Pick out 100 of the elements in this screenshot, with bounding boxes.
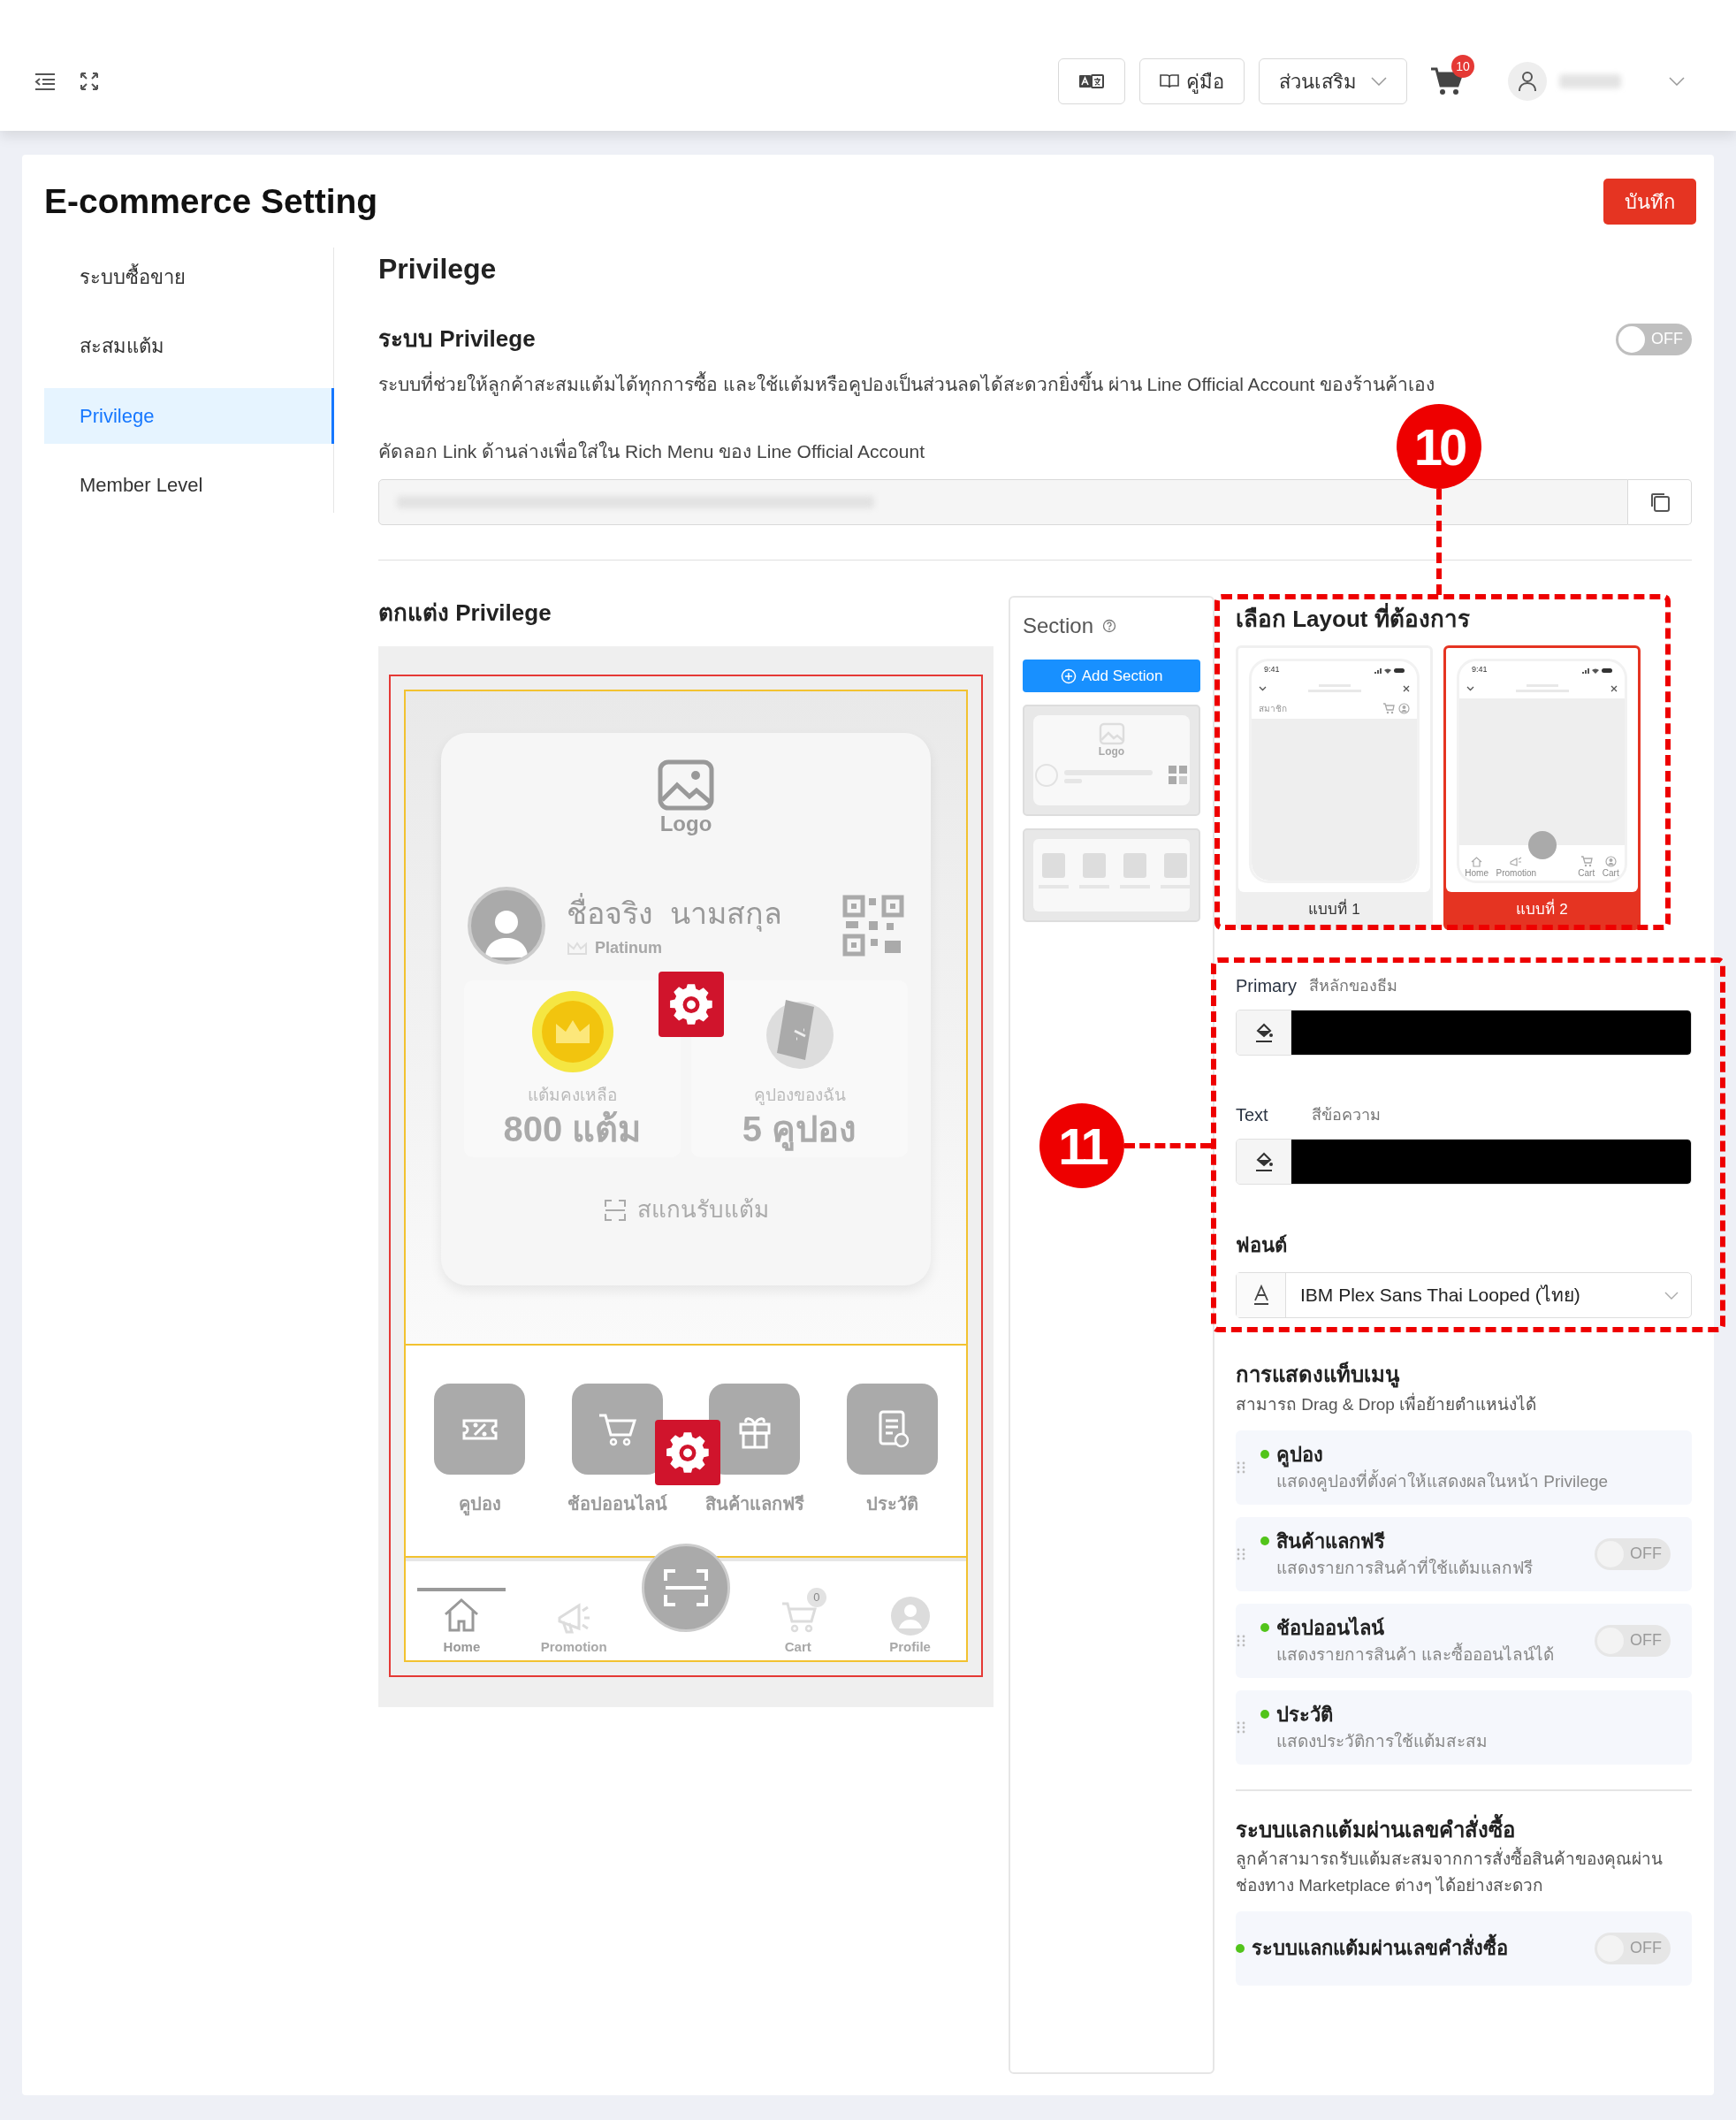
add-section-button[interactable]: Add Section	[1023, 660, 1200, 692]
section-thumbnail[interactable]	[1023, 828, 1200, 922]
tab-menu-item[interactable]: ประวัติ แสดงประวัติการใช้แต้มสะสม	[1236, 1689, 1692, 1765]
drag-handle-icon[interactable]	[1236, 1546, 1246, 1561]
menu-tile-label: คูปอง	[458, 1491, 501, 1517]
layout-option[interactable]: 9:41 Home Promotion Cart Cart แบบที่ 2	[1443, 645, 1641, 930]
save-button[interactable]: บันทึก	[1603, 179, 1696, 225]
color-label: Text	[1236, 1104, 1269, 1126]
stat-value: 800 แต้ม	[503, 1108, 642, 1149]
section-heading: Privilege	[378, 252, 498, 286]
thumbnail-logo-text: Logo	[1098, 745, 1125, 758]
fullscreen-icon[interactable]	[80, 72, 99, 91]
nav-tab[interactable]: Promotion	[529, 1587, 619, 1657]
profile-icon	[888, 1594, 932, 1637]
thumbnail-label: Cart	[1602, 868, 1619, 878]
thumbnail-label: Home	[1465, 868, 1489, 878]
home-icon	[1471, 857, 1483, 867]
sidebar-item[interactable]: สะสมแต้ม	[44, 318, 333, 374]
status-bar-icons	[1374, 667, 1405, 674]
thumbnail-time: 9:41	[1264, 664, 1280, 676]
qr-code-icon	[842, 895, 904, 957]
thumbnail-label: Cart	[1578, 868, 1595, 878]
color-picker[interactable]	[1236, 1139, 1692, 1185]
panel-title: Section	[1023, 613, 1094, 639]
menu-tile-icon[interactable]	[571, 1384, 663, 1475]
member-name: ชื่อจริง นามสกุล	[567, 891, 842, 936]
addons-dropdown[interactable]: ส่วนเสริม	[1259, 58, 1407, 104]
menu-collapse-icon[interactable]	[34, 72, 57, 91]
logo-text: Logo	[659, 811, 712, 837]
chevron-down-icon[interactable]	[1669, 77, 1685, 86]
drag-handle-icon[interactable]	[1236, 1720, 1246, 1735]
link-label: คัดลอก Link ด้านล่างเพื่อใส่ใน Rich Menu ของ Line Official Account	[378, 438, 925, 463]
font-select[interactable]: IBM Plex Sans Thai Looped (ไทย)	[1236, 1272, 1692, 1318]
color-hint: สีหลักของธีม	[1308, 975, 1397, 996]
blurred-user-name	[1559, 74, 1621, 88]
order-points-heading: ระบบแลกแต้มผ่านเลขคำสั่งซื้อ	[1236, 1813, 1692, 1846]
status-bar-icons	[1582, 667, 1612, 674]
nav-tab[interactable]: Home	[417, 1587, 506, 1657]
stat-value: 5 คูปอง	[742, 1108, 857, 1149]
layout-heading: เลือก Layout ที่ต้องการ	[1236, 603, 1692, 635]
sidebar-item[interactable]: ระบบซื้อขาย	[44, 249, 333, 305]
menu-tile-icon[interactable]	[434, 1384, 526, 1475]
item-description: แสดงคูปองที่ตั้งค่าให้แสดงผลในหน้า Privilege	[1276, 1468, 1610, 1493]
section-thumbnail[interactable]: Logo	[1023, 705, 1200, 816]
item-description: แสดงรายการสินค้า และซื้อออนไลน์ได้	[1276, 1642, 1556, 1666]
toggle-switch[interactable]: OFF	[1595, 1537, 1671, 1570]
scan-icon	[603, 1198, 627, 1222]
system-title: ระบบ Privilege	[378, 324, 536, 354]
order-points-description: ลูกค้าสามารถรับแต้มสะสมจากการสั่งซื้อสินค้าของคุณผ่าน ช่องทาง Marketplace ต่างๆ ได้อย่างสะดวก	[1236, 1846, 1664, 1896]
drag-handle-icon[interactable]	[1236, 1633, 1246, 1648]
tier-label: Platinum	[595, 938, 662, 958]
copy-button[interactable]	[1628, 479, 1692, 525]
item-description: แสดงรายการสินค้าที่ใช้แต้มแลกฟรี	[1276, 1555, 1534, 1579]
chevron-down-icon	[1371, 77, 1387, 86]
menu-tile-label: ช้อปออนไลน์	[567, 1493, 667, 1515]
cart-badge: 0	[806, 1587, 826, 1607]
toggle-switch[interactable]: OFF	[1595, 1624, 1671, 1657]
tab-menu-item[interactable]: คูปอง แสดงคูปองที่ตั้งค่าให้แสดงผลในหน้า Privilege	[1236, 1430, 1692, 1505]
chevron-down-icon	[1259, 686, 1267, 691]
toggle-switch[interactable]: OFF	[1595, 1932, 1671, 1964]
plus-circle-icon	[1060, 667, 1077, 684]
tab-menu-item[interactable]: ช้อปออนไลน์ แสดงรายการสินค้า และซื้อออนไลน์ได้ OFF	[1236, 1603, 1692, 1678]
item-title: ช้อปออนไลน์	[1276, 1615, 1384, 1641]
menu-tile-icon[interactable]	[846, 1384, 938, 1475]
stat-caption: แต้มคงเหลือ	[528, 1085, 617, 1106]
profile-icon	[1604, 856, 1617, 867]
nav-tab[interactable]: 0 Cart	[753, 1587, 842, 1657]
manual-button[interactable]: คู่มือ	[1139, 58, 1245, 104]
item-description: แสดงประวัติการใช้แต้มสะสม	[1276, 1730, 1489, 1752]
chevron-down-icon	[1466, 686, 1474, 691]
sidebar-item[interactable]: Member Level	[44, 457, 333, 513]
help-icon[interactable]	[1102, 619, 1117, 633]
nav-tab[interactable]: Profile	[865, 1587, 955, 1657]
cart-icon	[1382, 703, 1395, 714]
thumbnail-time: 9:41	[1472, 664, 1488, 676]
settings-button[interactable]	[659, 972, 724, 1037]
cart-icon	[1580, 856, 1593, 867]
drag-handle-icon[interactable]	[1236, 1460, 1246, 1475]
item-title: ประวัติ	[1276, 1702, 1333, 1727]
close-icon	[1403, 685, 1410, 692]
font-label: ฟอนต์	[1236, 1233, 1288, 1258]
color-picker[interactable]	[1236, 1010, 1692, 1056]
layout-option[interactable]: 9:41 สมาชิก แบบที่ 1	[1236, 645, 1433, 930]
preview-heading: ตกแต่ง Privilege	[378, 599, 552, 628]
system-description: ระบบที่ช่วยให้ลูกค้าสะสมแต้มได้ทุกการซื้อ และใช้แต้มหรือคูปองเป็นส่วนลดได้สะดวกยิ่งขึ้น ผ่าน Line Official Account ของร้านค้าเอง	[378, 370, 1692, 399]
link-field[interactable]	[378, 479, 1628, 525]
megaphone-icon	[1510, 857, 1523, 867]
settings-button[interactable]	[655, 1420, 720, 1485]
color-hint: สีข้อความ	[1312, 1104, 1381, 1125]
translate-button[interactable]	[1058, 58, 1125, 104]
tab-menu-item[interactable]: ระบบแลกแต้มผ่านเลขคำสั่งซื้อ OFF	[1236, 1910, 1692, 1986]
menu-tile-icon[interactable]	[709, 1384, 801, 1475]
paint-bucket-icon	[1253, 1022, 1274, 1043]
item-title: คูปอง	[1276, 1442, 1323, 1469]
close-icon	[1610, 685, 1618, 692]
menu-tile-label: สินค้าแลกฟรี	[704, 1493, 804, 1515]
book-icon	[1160, 73, 1179, 89]
tab-menu-item[interactable]: สินค้าแลกฟรี แสดงรายการสินค้าที่ใช้แต้มแลกฟรี OFF	[1236, 1516, 1692, 1591]
sidebar-item[interactable]: Privilege	[44, 388, 334, 444]
avatar-icon[interactable]	[1508, 62, 1547, 101]
